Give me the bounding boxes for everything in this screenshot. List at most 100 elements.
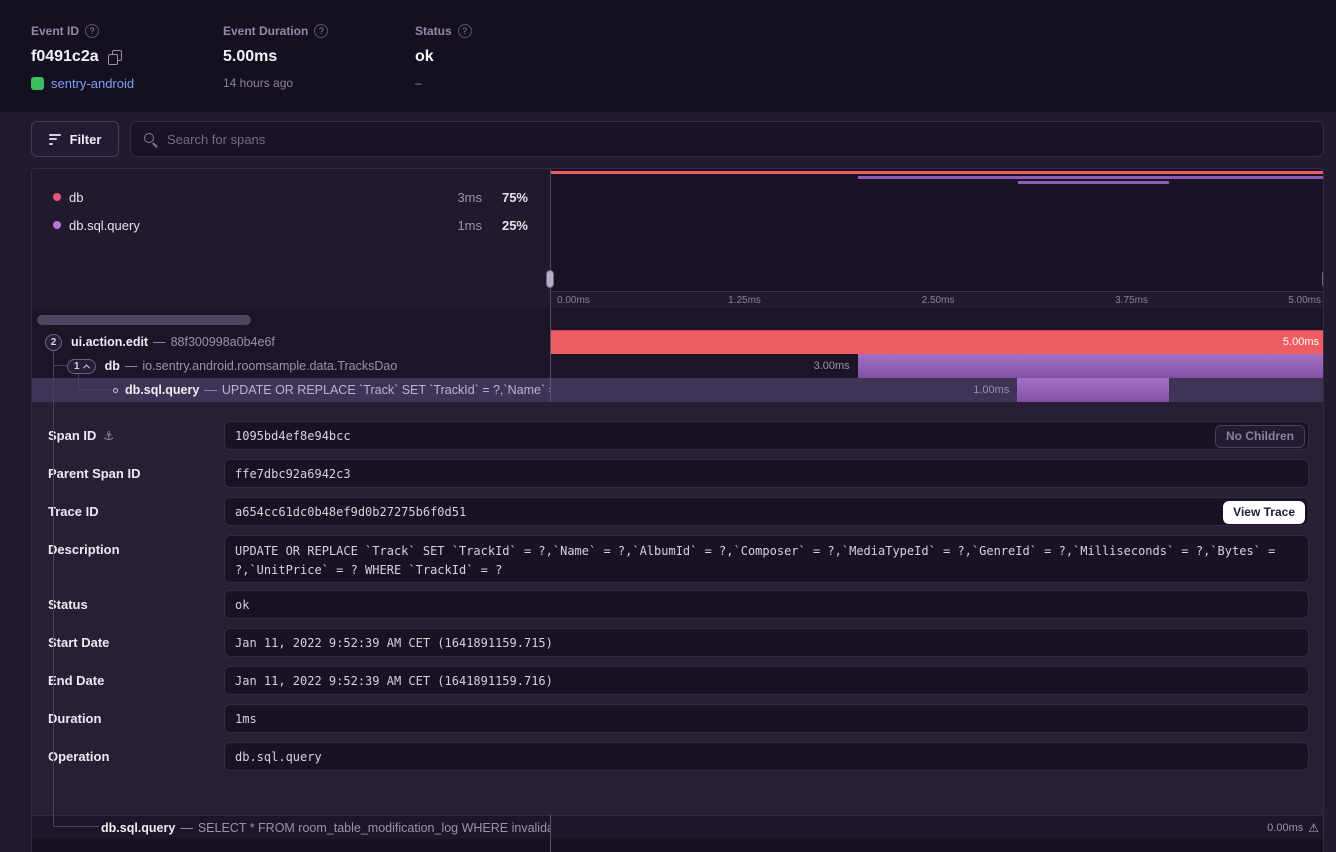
span-op: db.sql.query — [125, 383, 199, 397]
span-bar-duration: 1.00ms — [973, 378, 1009, 402]
span-tree: 2 ui.action.edit — 88f300998a0b4e6f 5.00… — [32, 308, 1324, 402]
tree-guide-connector — [53, 365, 67, 366]
status-stat: Status ? ok – — [415, 24, 472, 90]
span-bar-db-sql-query[interactable] — [1017, 378, 1169, 402]
event-duration-stat: Event Duration ? 5.00ms 14 hours ago — [223, 24, 328, 90]
minimap-span-db-sql-query — [1018, 181, 1170, 184]
detail-value-field: UPDATE OR REPLACE `Track` SET `TrackId` … — [224, 535, 1309, 583]
detail-row-trace-id: Trace ID a654cc61dc0b48ef9d0b27275b6f0d5… — [32, 497, 1324, 526]
axis-tick: 5.00ms — [1288, 295, 1321, 306]
detail-row-end-date: End Date Jan 11, 2022 9:52:39 AM CET (16… — [32, 666, 1324, 695]
horizontal-scrollbar[interactable] — [37, 315, 251, 325]
detail-label: Duration — [48, 711, 101, 726]
detail-label: Description — [48, 542, 120, 557]
legend-percent: 25% — [502, 218, 528, 233]
span-row-db-sql-query-select[interactable]: db.sql.query — SELECT * FROM room_table_… — [32, 815, 1324, 839]
minimap-right-drag-handle[interactable] — [1322, 270, 1324, 288]
span-desc: 88f300998a0b4e6f — [171, 335, 275, 349]
span-row-ui-action-edit[interactable]: 2 ui.action.edit — 88f300998a0b4e6f 5.00… — [32, 330, 1324, 354]
span-op: db — [105, 359, 120, 373]
filter-button-label: Filter — [70, 132, 102, 147]
search-icon — [143, 132, 158, 147]
tree-guide-line — [53, 351, 54, 826]
span-bar-db[interactable] — [858, 354, 1324, 378]
span-leaf-bullet — [113, 388, 118, 393]
copy-icon[interactable] — [108, 50, 121, 64]
help-glyph: ? — [462, 26, 467, 36]
event-header: Event ID ? f0491c2a sentry-android Event… — [0, 0, 1336, 112]
span-search-input[interactable] — [167, 132, 1311, 147]
detail-value-field: Jan 11, 2022 9:52:39 AM CET (1641891159.… — [224, 666, 1309, 695]
detail-value-field: ffe7dbc92a6942c3 — [224, 459, 1309, 488]
minimap-span-ui-action-edit — [551, 171, 1324, 174]
axis-tick: 0.00ms — [557, 295, 590, 306]
pane-divider — [550, 308, 551, 402]
legend-item-db-sql-query: db.sql.query 1ms 25% — [32, 213, 550, 237]
tree-guide-connector — [78, 389, 111, 390]
event-duration-label: Event Duration — [223, 24, 308, 38]
span-children-badge[interactable]: 2 — [45, 334, 62, 351]
detail-value-field: db.sql.query — [224, 742, 1309, 771]
detail-value: Jan 11, 2022 9:52:39 AM CET (1641891159.… — [235, 636, 553, 650]
help-icon[interactable]: ? — [458, 24, 472, 38]
detail-value-field: Jan 11, 2022 9:52:39 AM CET (1641891159.… — [224, 628, 1309, 657]
help-icon[interactable]: ? — [314, 24, 328, 38]
spans-panel: db 3ms 75% db.sql.query 1ms 25% 0.00ms 1… — [31, 168, 1324, 852]
status-label: Status — [415, 24, 452, 38]
span-search-bar[interactable] — [130, 121, 1324, 157]
detail-label: Span ID — [48, 428, 96, 443]
filter-icon — [49, 134, 61, 145]
detail-row-description: Description UPDATE OR REPLACE `Track` SE… — [32, 535, 1324, 583]
detail-value: db.sql.query — [235, 750, 322, 764]
project-link[interactable]: sentry-android — [51, 76, 134, 91]
detail-row-parent-span-id: Parent Span ID ffe7dbc92a6942c3 — [32, 459, 1324, 488]
span-op: db.sql.query — [101, 821, 175, 835]
trace-minimap[interactable]: 0.00ms 1.25ms 2.50ms 3.75ms 5.00ms — [550, 169, 1324, 308]
anchor-icon[interactable]: ⚓ — [103, 429, 114, 443]
event-id-stat: Event ID ? f0491c2a sentry-android — [31, 24, 134, 91]
span-row-db-sql-query-selected[interactable]: db.sql.query — UPDATE OR REPLACE `Track`… — [32, 378, 1324, 402]
pane-divider — [550, 815, 551, 852]
span-separator: — — [125, 359, 138, 373]
span-bar-duration: 0.00ms — [1267, 822, 1303, 834]
time-axis: 0.00ms 1.25ms 2.50ms 3.75ms 5.00ms — [551, 291, 1324, 308]
axis-tick: 2.50ms — [922, 295, 955, 306]
event-duration-subtext: 14 hours ago — [223, 76, 293, 90]
event-id-label: Event ID — [31, 24, 79, 38]
legend-item-db: db 3ms 75% — [32, 185, 550, 209]
detail-label: Start Date — [48, 635, 109, 650]
span-op: ui.action.edit — [71, 335, 148, 349]
help-icon[interactable]: ? — [85, 24, 99, 38]
legend-name: db — [69, 190, 83, 205]
detail-label: Operation — [48, 749, 109, 764]
legend-dot-db-sql-query — [53, 221, 61, 229]
tree-guide-line — [78, 374, 79, 390]
detail-label: Trace ID — [48, 504, 99, 519]
legend-dot-db — [53, 193, 61, 201]
minimap-span-db — [858, 176, 1324, 179]
detail-row-start-date: Start Date Jan 11, 2022 9:52:39 AM CET (… — [32, 628, 1324, 657]
chevron-up-icon — [83, 364, 90, 371]
minimap-left-drag-handle[interactable] — [546, 270, 554, 288]
android-platform-icon — [31, 77, 44, 90]
axis-tick: 3.75ms — [1115, 295, 1148, 306]
view-trace-button[interactable]: View Trace — [1223, 501, 1305, 524]
legend-duration: 1ms — [457, 218, 482, 233]
span-desc: SELECT * FROM room_table_modification_lo… — [198, 821, 550, 835]
detail-row-operation: Operation db.sql.query — [32, 742, 1324, 771]
span-separator: — — [180, 821, 193, 835]
span-collapse-badge[interactable]: 1 — [67, 359, 96, 374]
span-row-db[interactable]: 1 db — io.sentry.android.roomsample.data… — [32, 354, 1324, 378]
detail-value-field: 1095bd4ef8e94bcc No Children — [224, 421, 1309, 450]
filter-button[interactable]: Filter — [31, 121, 119, 157]
span-bar-duration: 3.00ms — [814, 354, 850, 378]
detail-row-status: Status ok — [32, 590, 1324, 619]
detail-value: 1095bd4ef8e94bcc — [235, 429, 351, 443]
help-glyph: ? — [319, 26, 324, 36]
event-id-value: f0491c2a — [31, 48, 99, 66]
span-bar-ui-action-edit[interactable]: 5.00ms — [550, 330, 1324, 354]
axis-tick: 1.25ms — [728, 295, 761, 306]
no-children-button[interactable]: No Children — [1215, 425, 1305, 448]
event-duration-value: 5.00ms — [223, 48, 277, 66]
detail-row-duration: Duration 1ms — [32, 704, 1324, 733]
